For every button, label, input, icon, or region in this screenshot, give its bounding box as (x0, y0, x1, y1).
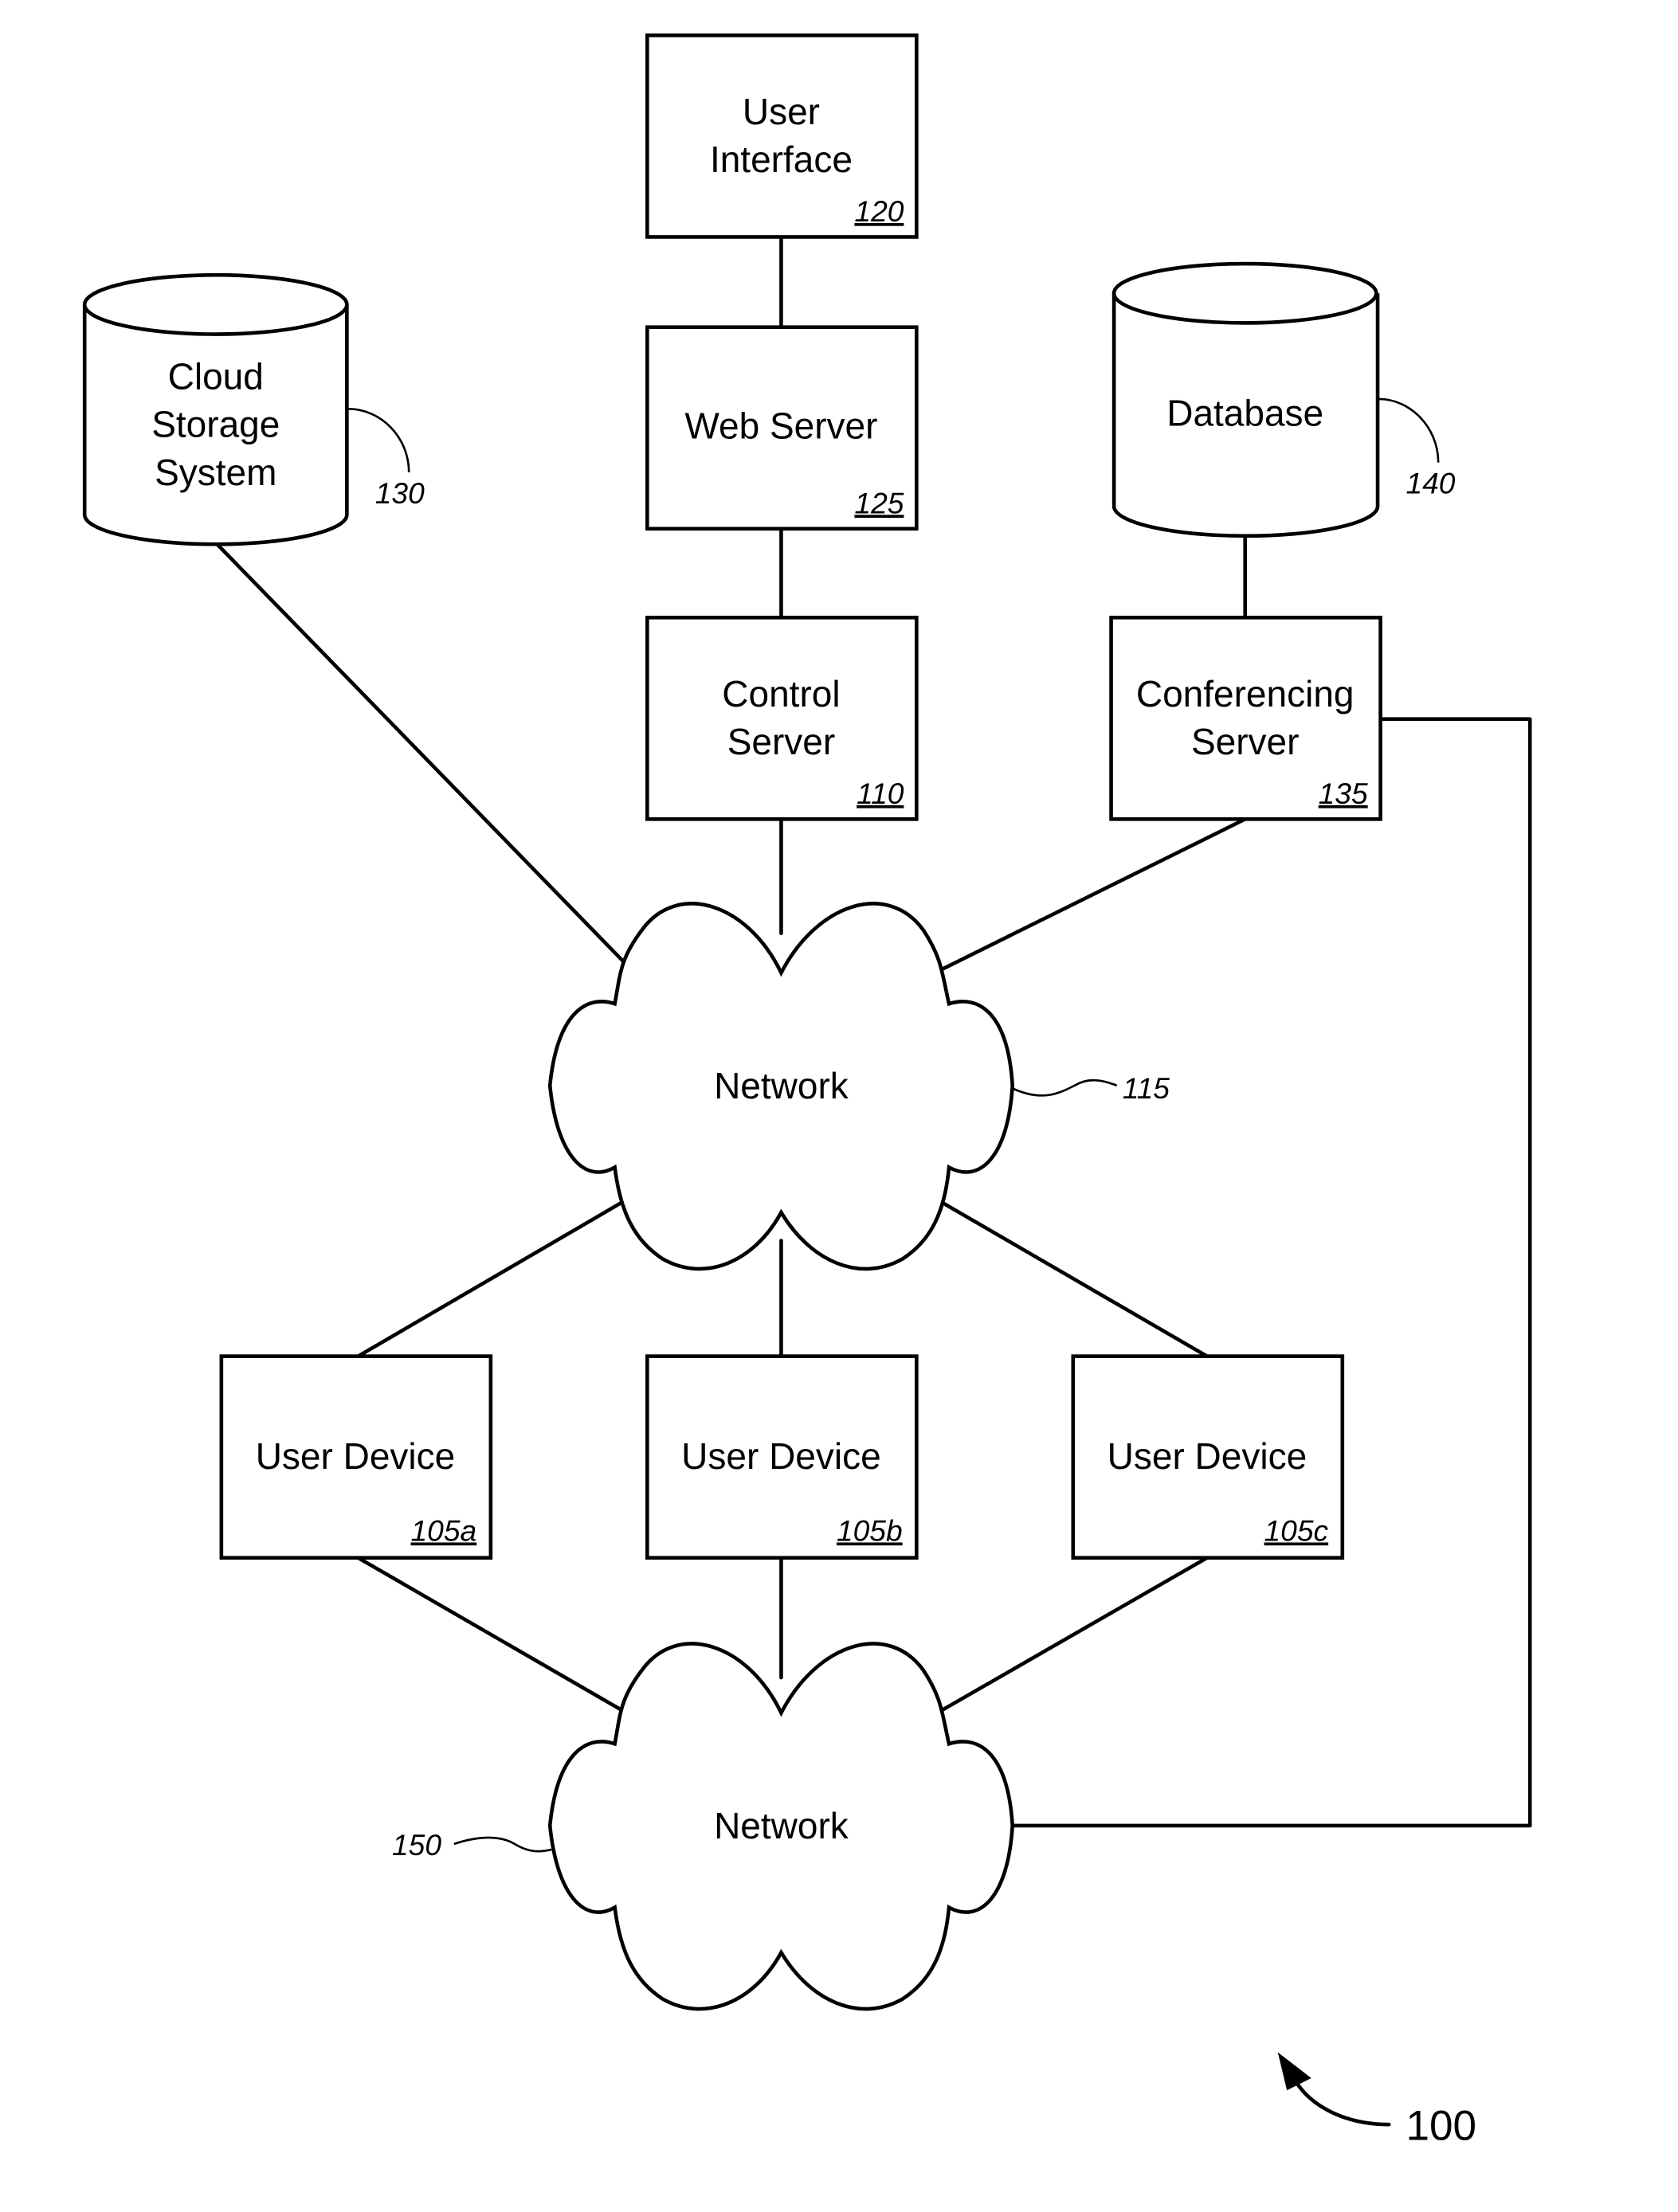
node-user-device-b[interactable]: User Device 105b (645, 1354, 919, 1560)
leader-line (453, 1836, 552, 1853)
edge-network115-device-a (356, 1196, 631, 1358)
reference-numeral: 125 (854, 486, 904, 519)
edge-cloud-network115 (215, 542, 631, 969)
reference-numeral: 140 (1406, 467, 1455, 500)
reference-numeral: 105b (837, 1513, 903, 1547)
node-label-line: Control (722, 673, 840, 714)
svg-text:Server: Server (727, 721, 835, 762)
curved-arrow-icon (1292, 2077, 1391, 2127)
node-label-line: Cloud (168, 356, 264, 397)
node-user-device-a[interactable]: User Device 105a (219, 1354, 493, 1560)
node-label-line: Storage (151, 404, 280, 445)
reference-numeral: 120 (854, 194, 904, 228)
leader-line (348, 408, 410, 472)
svg-text:System: System (155, 452, 276, 493)
arrowhead-icon (1277, 2052, 1311, 2091)
node-label: Network (714, 1805, 849, 1846)
node-label: Network (714, 1065, 849, 1106)
reference-numeral: 105a (411, 1513, 477, 1547)
edge-device-a-network150 (356, 1556, 631, 1717)
node-network-115[interactable]: Network 115 (547, 902, 1170, 1271)
node-label: User Device (1108, 1435, 1308, 1477)
svg-text:User: User (743, 91, 820, 132)
node-control-server[interactable]: Control Server 110 (645, 615, 919, 821)
leader-line (1378, 397, 1440, 463)
reference-numeral: 115 (1123, 1071, 1170, 1105)
node-label-line: Server (727, 721, 835, 762)
node-user-interface[interactable]: User Interface 120 (645, 33, 919, 239)
edge-network115-device-c (933, 1196, 1209, 1358)
node-label-line: Server (1191, 721, 1299, 762)
node-cloud-storage[interactable]: Cloud Storage System 130 (82, 272, 425, 546)
node-database[interactable]: Database 140 (1111, 261, 1456, 538)
figure-number: 100 (1406, 2103, 1476, 2150)
edge-conferencing-network150 (1010, 717, 1532, 1828)
node-label: Database (1166, 393, 1323, 434)
node-label-line: System (155, 452, 276, 493)
node-web-server[interactable]: Web Server 125 (645, 325, 919, 531)
reference-numeral: 110 (857, 777, 904, 810)
svg-text:Conferencing: Conferencing (1136, 673, 1355, 714)
leader-line (1012, 1079, 1118, 1097)
node-network-150[interactable]: Network 150 (392, 1642, 1014, 2011)
reference-numeral: 105c (1264, 1513, 1329, 1547)
svg-text:Control: Control (722, 673, 840, 714)
node-label: User Device (256, 1435, 456, 1477)
edge-conferencing-network115 (933, 817, 1247, 975)
node-conferencing-server[interactable]: Conferencing Server 135 (1109, 615, 1382, 821)
figure-reference: 100 (1277, 2052, 1476, 2150)
reference-numeral: 130 (375, 476, 425, 510)
svg-text:Interface: Interface (710, 139, 853, 180)
svg-text:Cloud: Cloud (168, 356, 264, 397)
node-label-line: User (743, 91, 820, 132)
node-user-device-c[interactable]: User Device 105c (1071, 1354, 1345, 1560)
node-label-line: Interface (710, 139, 853, 180)
cylinder-top (82, 272, 349, 336)
node-label-line: Conferencing (1136, 673, 1355, 714)
edge-device-c-network150 (933, 1556, 1209, 1717)
svg-text:Storage: Storage (151, 404, 280, 445)
cylinder-top (1111, 261, 1378, 325)
system-diagram: User Interface 120 Web Server 125 Contro… (82, 33, 1532, 2150)
svg-text:Server: Server (1191, 721, 1299, 762)
reference-numeral: 135 (1319, 777, 1368, 810)
node-label: User Device (681, 1435, 881, 1477)
node-label: Web Server (684, 405, 877, 447)
reference-numeral: 150 (392, 1828, 441, 1862)
